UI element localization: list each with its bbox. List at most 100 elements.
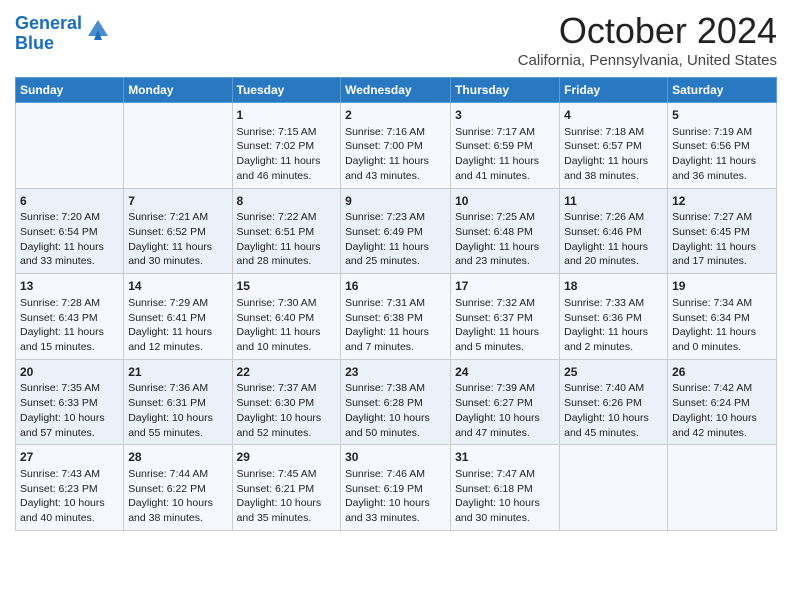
sunset-text: Sunset: 6:51 PM [237,225,337,240]
sunset-text: Sunset: 6:28 PM [345,396,446,411]
daylight-text: Daylight: 11 hours and 23 minutes. [455,240,555,269]
logo: General Blue [15,14,112,54]
day-number: 1 [237,107,337,124]
sunrise-text: Sunrise: 7:25 AM [455,210,555,225]
day-number: 12 [672,193,772,210]
day-number: 15 [237,278,337,295]
week-row-3: 13Sunrise: 7:28 AMSunset: 6:43 PMDayligh… [16,274,777,360]
day-number: 21 [128,364,227,381]
sunset-text: Sunset: 6:23 PM [20,482,119,497]
day-number: 5 [672,107,772,124]
daylight-text: Daylight: 10 hours and 55 minutes. [128,411,227,440]
daylight-text: Daylight: 11 hours and 46 minutes. [237,154,337,183]
daylight-text: Daylight: 10 hours and 52 minutes. [237,411,337,440]
week-row-1: 1Sunrise: 7:15 AMSunset: 7:02 PMDaylight… [16,103,777,189]
daylight-text: Daylight: 11 hours and 30 minutes. [128,240,227,269]
day-number: 14 [128,278,227,295]
header-cell-saturday: Saturday [668,78,777,103]
sunset-text: Sunset: 6:54 PM [20,225,119,240]
sunrise-text: Sunrise: 7:32 AM [455,296,555,311]
calendar-header: SundayMondayTuesdayWednesdayThursdayFrid… [16,78,777,103]
daylight-text: Daylight: 10 hours and 50 minutes. [345,411,446,440]
day-cell: 17Sunrise: 7:32 AMSunset: 6:37 PMDayligh… [451,274,560,360]
sunrise-text: Sunrise: 7:30 AM [237,296,337,311]
sunrise-text: Sunrise: 7:33 AM [564,296,663,311]
daylight-text: Daylight: 10 hours and 57 minutes. [20,411,119,440]
week-row-2: 6Sunrise: 7:20 AMSunset: 6:54 PMDaylight… [16,188,777,274]
day-cell [560,445,668,531]
header-cell-thursday: Thursday [451,78,560,103]
sunset-text: Sunset: 6:34 PM [672,311,772,326]
sunset-text: Sunset: 6:40 PM [237,311,337,326]
day-cell: 1Sunrise: 7:15 AMSunset: 7:02 PMDaylight… [232,103,341,189]
day-cell: 29Sunrise: 7:45 AMSunset: 6:21 PMDayligh… [232,445,341,531]
sunset-text: Sunset: 6:41 PM [128,311,227,326]
sunrise-text: Sunrise: 7:20 AM [20,210,119,225]
daylight-text: Daylight: 11 hours and 12 minutes. [128,325,227,354]
sunset-text: Sunset: 6:48 PM [455,225,555,240]
day-cell: 26Sunrise: 7:42 AMSunset: 6:24 PMDayligh… [668,359,777,445]
day-number: 27 [20,449,119,466]
day-number: 22 [237,364,337,381]
sunrise-text: Sunrise: 7:18 AM [564,125,663,140]
sunrise-text: Sunrise: 7:42 AM [672,381,772,396]
day-cell: 14Sunrise: 7:29 AMSunset: 6:41 PMDayligh… [124,274,232,360]
sunrise-text: Sunrise: 7:28 AM [20,296,119,311]
day-number: 23 [345,364,446,381]
daylight-text: Daylight: 11 hours and 20 minutes. [564,240,663,269]
day-number: 25 [564,364,663,381]
sunrise-text: Sunrise: 7:36 AM [128,381,227,396]
day-number: 26 [672,364,772,381]
day-number: 7 [128,193,227,210]
sunrise-text: Sunrise: 7:34 AM [672,296,772,311]
daylight-text: Daylight: 10 hours and 33 minutes. [345,496,446,525]
sunrise-text: Sunrise: 7:46 AM [345,467,446,482]
page-header: General Blue October 2024 California, Pe… [15,10,777,69]
sunrise-text: Sunrise: 7:23 AM [345,210,446,225]
day-cell: 30Sunrise: 7:46 AMSunset: 6:19 PMDayligh… [341,445,451,531]
sunset-text: Sunset: 6:38 PM [345,311,446,326]
daylight-text: Daylight: 11 hours and 36 minutes. [672,154,772,183]
day-cell: 11Sunrise: 7:26 AMSunset: 6:46 PMDayligh… [560,188,668,274]
day-number: 24 [455,364,555,381]
day-cell: 6Sunrise: 7:20 AMSunset: 6:54 PMDaylight… [16,188,124,274]
sunset-text: Sunset: 7:02 PM [237,139,337,154]
sunset-text: Sunset: 6:45 PM [672,225,772,240]
day-number: 16 [345,278,446,295]
sunset-text: Sunset: 6:33 PM [20,396,119,411]
calendar-body: 1Sunrise: 7:15 AMSunset: 7:02 PMDaylight… [16,103,777,531]
daylight-text: Daylight: 11 hours and 7 minutes. [345,325,446,354]
day-cell: 7Sunrise: 7:21 AMSunset: 6:52 PMDaylight… [124,188,232,274]
day-cell: 16Sunrise: 7:31 AMSunset: 6:38 PMDayligh… [341,274,451,360]
daylight-text: Daylight: 11 hours and 17 minutes. [672,240,772,269]
day-cell: 13Sunrise: 7:28 AMSunset: 6:43 PMDayligh… [16,274,124,360]
sunrise-text: Sunrise: 7:38 AM [345,381,446,396]
subtitle: California, Pennsylvania, United States [518,52,777,69]
day-cell: 21Sunrise: 7:36 AMSunset: 6:31 PMDayligh… [124,359,232,445]
sunrise-text: Sunrise: 7:45 AM [237,467,337,482]
sunset-text: Sunset: 6:21 PM [237,482,337,497]
header-cell-sunday: Sunday [16,78,124,103]
day-number: 17 [455,278,555,295]
daylight-text: Daylight: 11 hours and 38 minutes. [564,154,663,183]
sunset-text: Sunset: 6:37 PM [455,311,555,326]
sunset-text: Sunset: 7:00 PM [345,139,446,154]
daylight-text: Daylight: 10 hours and 38 minutes. [128,496,227,525]
day-cell: 25Sunrise: 7:40 AMSunset: 6:26 PMDayligh… [560,359,668,445]
week-row-5: 27Sunrise: 7:43 AMSunset: 6:23 PMDayligh… [16,445,777,531]
daylight-text: Daylight: 10 hours and 42 minutes. [672,411,772,440]
daylight-text: Daylight: 10 hours and 35 minutes. [237,496,337,525]
daylight-text: Daylight: 10 hours and 45 minutes. [564,411,663,440]
main-title: October 2024 [518,10,777,52]
sunset-text: Sunset: 6:26 PM [564,396,663,411]
day-cell: 19Sunrise: 7:34 AMSunset: 6:34 PMDayligh… [668,274,777,360]
day-number: 11 [564,193,663,210]
day-cell: 18Sunrise: 7:33 AMSunset: 6:36 PMDayligh… [560,274,668,360]
sunrise-text: Sunrise: 7:17 AM [455,125,555,140]
day-cell: 22Sunrise: 7:37 AMSunset: 6:30 PMDayligh… [232,359,341,445]
sunset-text: Sunset: 6:19 PM [345,482,446,497]
day-cell: 20Sunrise: 7:35 AMSunset: 6:33 PMDayligh… [16,359,124,445]
day-cell [124,103,232,189]
day-cell: 31Sunrise: 7:47 AMSunset: 6:18 PMDayligh… [451,445,560,531]
day-cell: 12Sunrise: 7:27 AMSunset: 6:45 PMDayligh… [668,188,777,274]
